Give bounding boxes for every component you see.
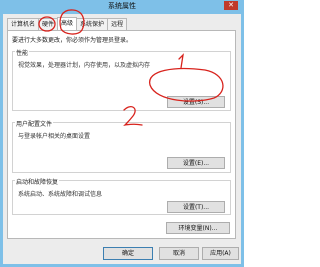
dialog-client-area: 计算机名 硬件 高级 系统保护 远程 要进行大多数更改，你必须作为管理员登录。 … [3,14,241,264]
startup-recovery-group: 启动和故障恢复 系统启动、系统故障和调试信息 设置(T)... [12,177,231,215]
window-title: 系统属性 [108,2,136,10]
tab-advanced[interactable]: 高级 [57,17,78,30]
user-profiles-group: 用户配置文件 与登录帐户相关的桌面设置 设置(E)... [12,119,231,173]
user-profiles-settings-button[interactable]: 设置(E)... [167,157,225,169]
cancel-button[interactable]: 取消 [159,247,199,260]
tab-system-protection[interactable]: 系统保护 [76,18,109,30]
ok-button[interactable]: 确定 [103,247,153,260]
user-profiles-label: 用户配置文件 [15,119,54,128]
environment-variables-button[interactable]: 环境变量(N)... [166,222,230,234]
tab-strip: 计算机名 硬件 高级 系统保护 远程 [7,17,128,30]
tab-hardware[interactable]: 硬件 [38,18,59,30]
performance-group: 性能 视觉效果，处理器计划，内存使用，以及虚拟内存 设置(S)... [12,48,231,111]
apply-button[interactable]: 应用(A) [202,247,239,260]
user-profiles-description: 与登录帐户相关的桌面设置 [18,133,91,140]
startup-recovery-settings-button[interactable]: 设置(T)... [167,201,225,213]
performance-description: 视觉效果，处理器计划，内存使用，以及虚拟内存 [18,62,151,69]
startup-recovery-description: 系统启动、系统故障和调试信息 [18,191,103,198]
system-properties-window: 系统属性 ✕ 计算机名 硬件 高级 系统保护 远程 要进行大多数更改，你必须作为… [0,0,244,267]
admin-note: 要进行大多数更改，你必须作为管理员登录。 [12,37,133,44]
close-button[interactable]: ✕ [224,1,238,10]
performance-settings-button[interactable]: 设置(S)... [167,96,225,108]
tab-remote[interactable]: 远程 [107,18,128,30]
advanced-tab-panel: 要进行大多数更改，你必须作为管理员登录。 性能 视觉效果，处理器计划，内存使用，… [7,30,236,239]
tab-computer-name[interactable]: 计算机名 [7,18,40,30]
startup-recovery-label: 启动和故障恢复 [15,177,60,186]
performance-label: 性能 [15,48,30,57]
